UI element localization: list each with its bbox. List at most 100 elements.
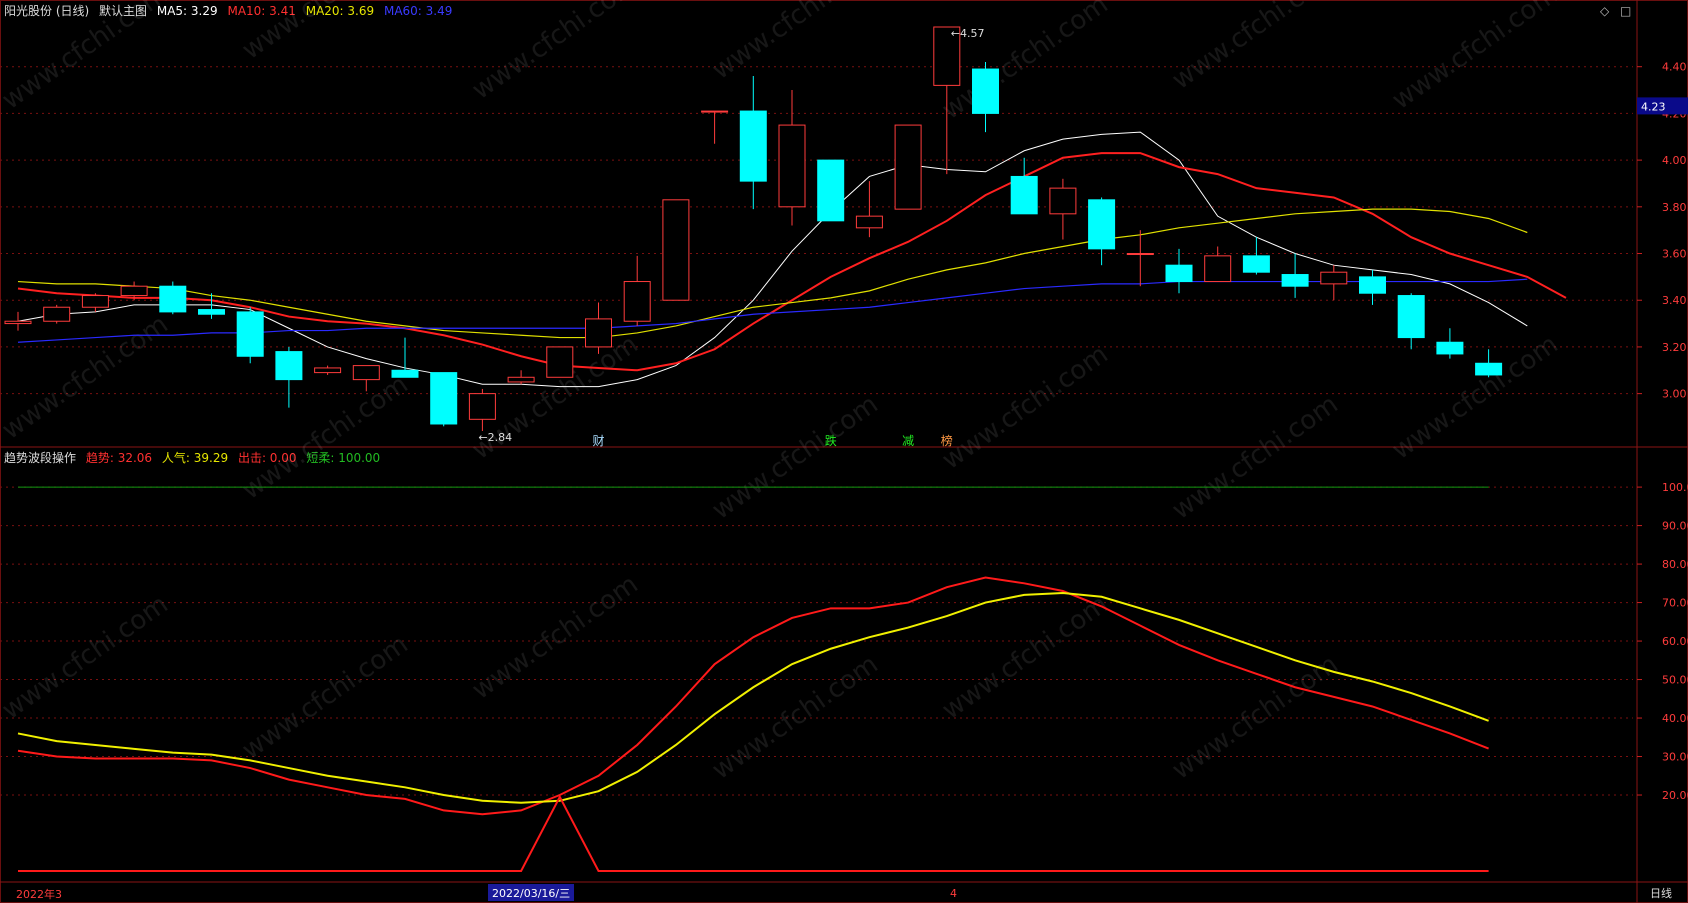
sub-tick-label: 50.00 [1662,674,1688,687]
candle [623,255,651,326]
watermark-text: www.cfchi.com [707,389,884,525]
main-tick-label: 3.00 [1662,388,1687,401]
candle-body [1320,271,1348,285]
candle [1281,253,1309,298]
watermark-text: www.cfchi.com [237,0,414,66]
candle-body [1281,274,1309,287]
square-icon: □ [1620,4,1631,18]
main-tick-label: 4.00 [1662,154,1687,167]
candle [972,62,999,133]
candle [507,370,535,385]
candle-body [81,295,109,308]
event-marker: 减 [902,434,914,448]
sub-tick-label: 20.00 [1662,789,1688,802]
main-tick-label: 4.40 [1662,61,1687,74]
sub-tick-label: 30.00 [1662,751,1688,764]
candle-body [1049,187,1077,215]
candle-body [1359,276,1386,294]
event-marker: 跌 [825,433,837,448]
candle-body [468,393,496,420]
candle-body [430,372,458,425]
chart-svg: 3.003.203.403.603.804.004.204.4020.0030.… [0,0,1688,903]
candle [1165,248,1193,294]
candle-body [1010,175,1038,215]
candle-body [1436,341,1464,355]
candle [275,346,303,408]
candle [1204,246,1232,283]
candle-body [198,309,225,315]
sub-tick-label: 60.00 [1662,635,1688,648]
candle-body [855,215,883,229]
sub-tick-label: 80.00 [1662,558,1688,571]
event-marker: 财 [593,434,605,448]
candle-body [159,285,187,313]
candle-body [972,68,999,114]
candle [662,199,690,301]
candle [43,304,71,324]
candle-body [4,320,32,325]
diamond-icon: ◇ [1600,4,1610,18]
candle [1126,230,1154,287]
candle-body [1126,253,1154,256]
candle-body [1204,255,1232,283]
candle-body [623,281,651,322]
candle [1397,293,1425,350]
period-label: 日线 [1650,886,1672,900]
candle-body [1242,255,1270,273]
candle [817,159,845,222]
candle [855,181,883,238]
watermark-text: www.cfchi.com [1387,329,1564,465]
watermark-text: www.cfchi.com [1167,389,1344,525]
candle [391,337,419,378]
sub-tick-label: 90.00 [1662,520,1688,533]
candle-body [1475,362,1503,376]
watermark-text: www.cfchi.com [937,339,1114,475]
candle-body [778,124,806,208]
main-tick-label: 3.60 [1662,248,1687,261]
indicator-line [18,794,1489,872]
candle [1359,269,1386,305]
candle-body [507,376,535,383]
watermark-text: www.cfchi.com [467,0,644,106]
candle [1049,178,1077,240]
candle-body [352,365,380,381]
watermark-text: www.cfchi.com [0,0,174,116]
candle-body [43,306,71,322]
footer-left-date: 2022年3 [16,887,62,901]
candle-body [391,369,419,378]
candle-body [662,199,690,301]
candle-body [314,367,342,374]
candle-body [1088,199,1116,250]
main-tick-label: 3.40 [1662,294,1687,307]
event-marker: 榜 [941,433,953,448]
sub-tick-label: 40.00 [1662,712,1688,725]
candle-body [236,311,264,357]
candle [1242,237,1270,275]
candle [1320,265,1348,301]
candle-body [120,285,148,297]
candle [585,302,612,354]
candle [430,372,458,427]
watermark-text: www.cfchi.com [937,0,1114,126]
candle [1088,197,1116,266]
candle-body [894,124,922,210]
watermark-text: www.cfchi.com [237,629,414,765]
watermark-text: www.cfchi.com [707,0,884,86]
chart-stage: 阳光股份 (日线) 默认主图 MA5: 3.29 MA10: 3.41 MA20… [0,0,1688,903]
watermark-text: www.cfchi.com [0,309,174,445]
candle-body [585,318,612,348]
watermark-text: www.cfchi.com [237,369,414,505]
candle [314,365,342,375]
watermark-text: www.cfchi.com [1387,0,1564,116]
last-price-label: 4.23 [1641,100,1666,113]
watermark-text: www.cfchi.com [1167,0,1344,96]
candle [159,281,187,315]
footer-month-label: 4 [950,887,957,900]
sub-tick-label: 70.00 [1662,597,1688,610]
candle [1475,349,1503,378]
candle-body [1397,295,1425,339]
candle [1010,157,1038,215]
candle [4,311,32,331]
candle [701,110,729,144]
candle-body [739,110,767,182]
